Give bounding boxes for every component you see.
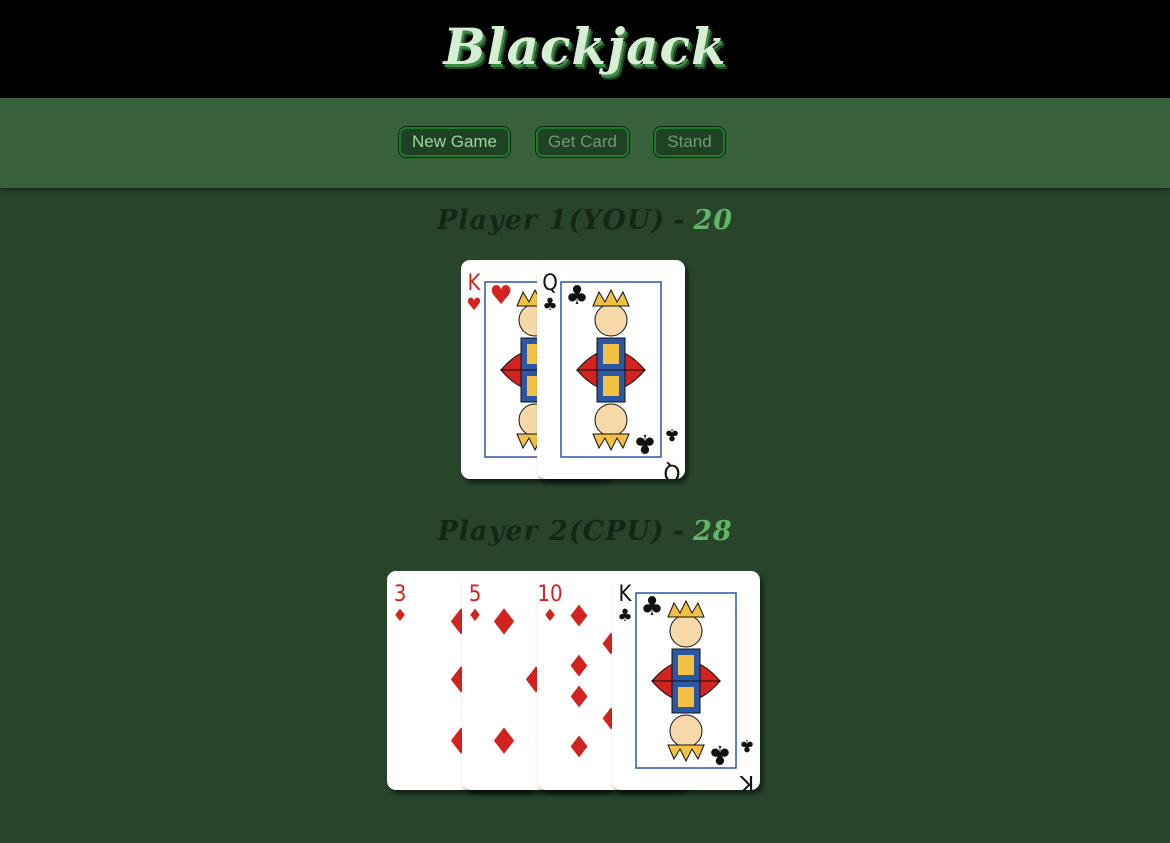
suit-pip: ♣ [565,281,588,311]
card-rank: Q [663,459,680,479]
suit-pip: ♥ [489,281,512,311]
card-corner-suit: ♣ [617,606,632,626]
card-rank: K [619,582,633,607]
controls-bar: New Game Get Card Stand [0,98,1170,188]
card-corner-suit: ♣ [664,424,679,444]
suit-pip: ♦ [488,719,520,760]
suit-pip: ♦ [566,600,593,635]
card-corner-suit: ♥ [466,295,481,315]
stand-button[interactable]: Stand [654,127,725,157]
player2-label: Player 2(CPU) [437,516,665,547]
suit-pip: ♦ [566,678,593,713]
card-corner-suit: ♦ [392,606,407,626]
suit-pip: ♦ [566,728,593,763]
game-title: Blackjack [443,16,727,76]
player2-heading: Player 2(CPU) -28 [0,516,1170,547]
court-figure [650,599,722,763]
player2-separator: - [672,516,685,547]
suit-pip: ♣ [633,428,656,458]
card-corner-suit: ♦ [467,606,482,626]
card-rank: 5 [469,582,482,607]
card-corner-suit: ♦ [542,606,557,626]
suit-pip: ♦ [488,603,520,644]
card-rank: Q [542,271,558,296]
suit-pip: ♣ [708,739,731,769]
player1-heading: Player 1(YOU) -20 [0,205,1170,236]
card-rank: K [468,271,482,296]
get-card-button[interactable]: Get Card [536,127,629,157]
court-figure [575,288,647,452]
player2-score: 28 [692,516,733,547]
player1-hand: K♥K♥♥♥ Q♣Q♣♣♣ [461,260,685,479]
card-rank: 3 [394,582,407,607]
card-corner-suit: ♣ [542,295,557,315]
player1-card: Q ♣ Q ♣ ♣ ♣ [537,260,685,479]
new-game-button[interactable]: New Game [399,127,510,157]
player1-score: 20 [693,205,734,236]
card-corner-suit: ♣ [739,735,754,755]
card-rank: K [739,770,754,790]
player1-label: Player 1(YOU) [436,205,666,236]
player2-hand: 3♦3♦♦♦♦ 5♦5♦♦♦♦♦♦ 10♦10♦♦♦♦♦♦♦♦♦♦♦ K♣K♣♣… [387,571,761,790]
suit-pip: ♣ [640,592,663,622]
card-rank: 10 [537,582,562,607]
player1-separator: - [673,205,686,236]
title-bar: Blackjack [0,0,1170,98]
player2-card: K ♣ K ♣ ♣ ♣ [612,571,760,790]
